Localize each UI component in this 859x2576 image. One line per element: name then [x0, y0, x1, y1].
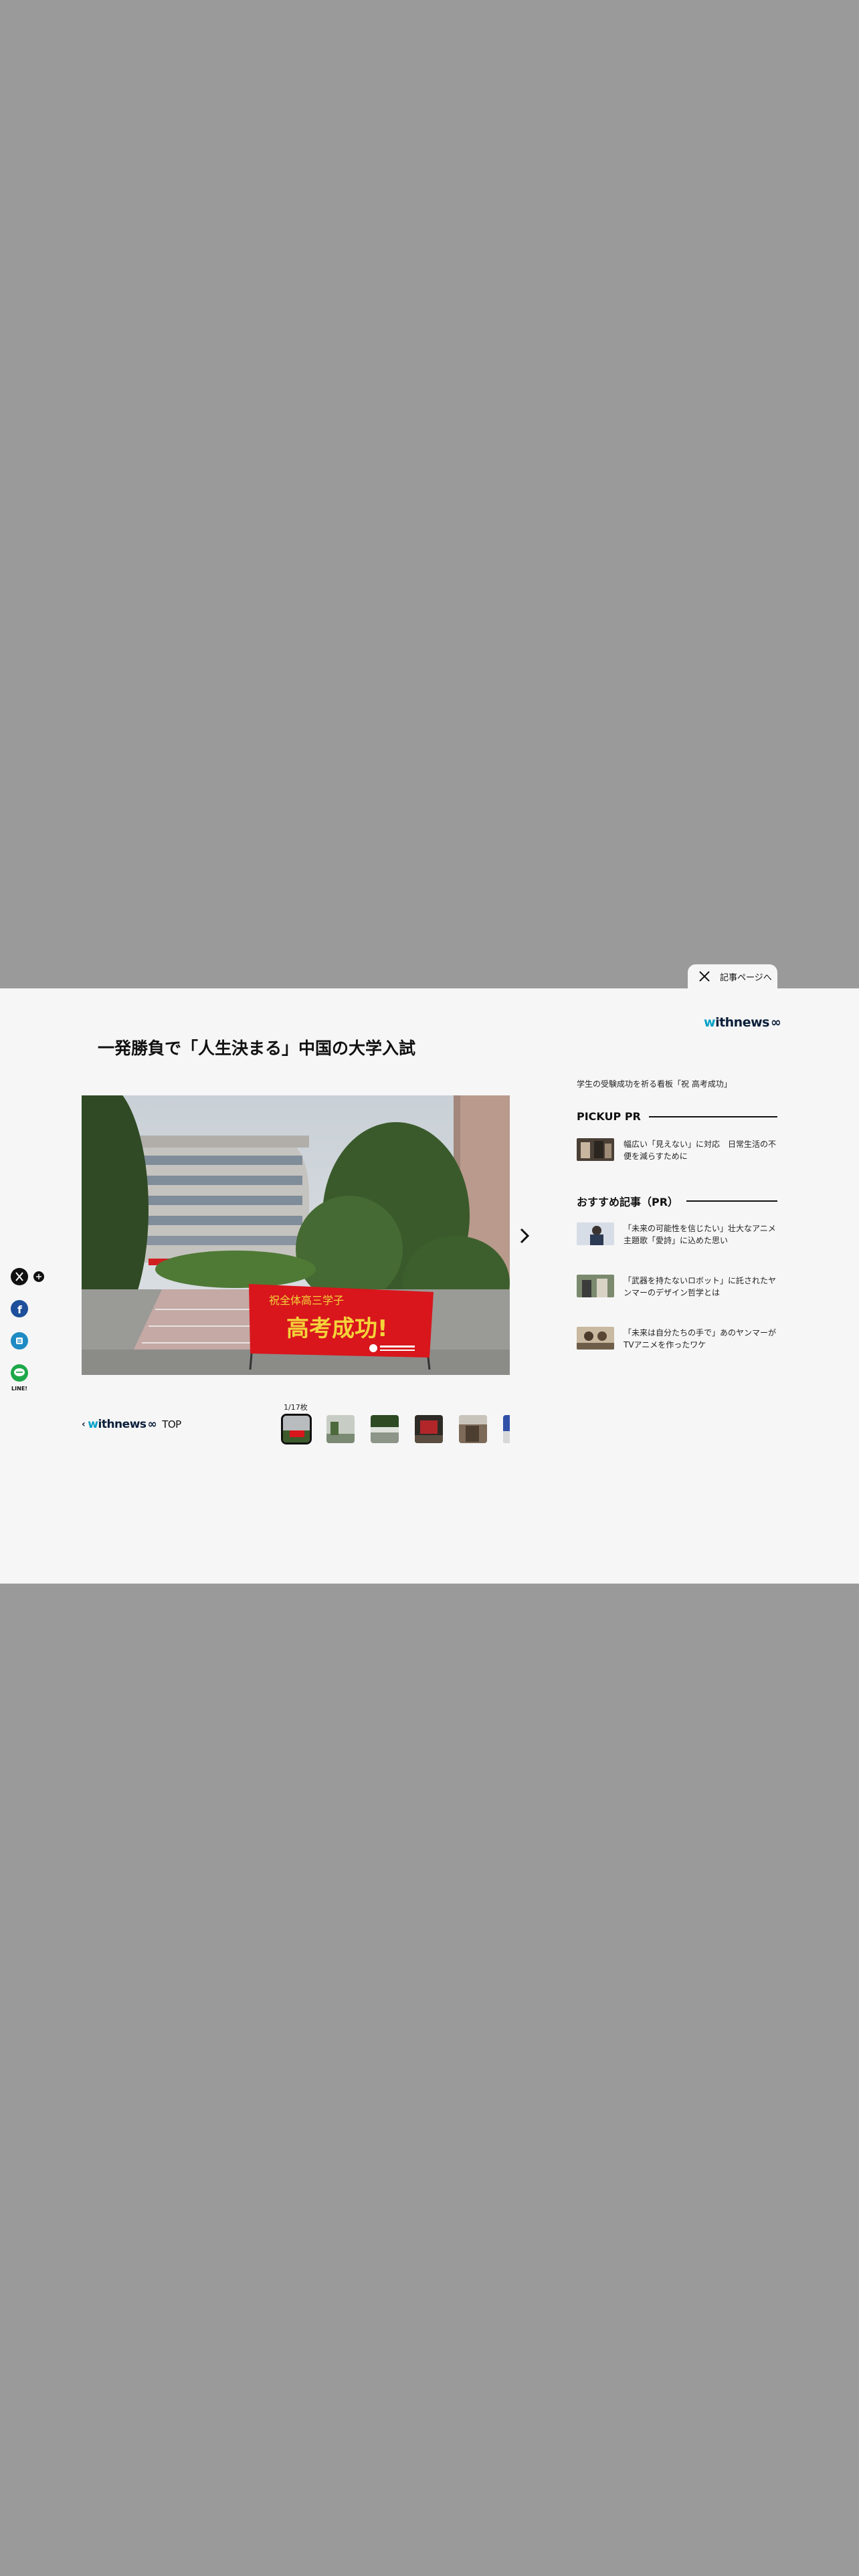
share-facebook-button[interactable]: f: [11, 1300, 28, 1320]
close-to-article-button[interactable]: 記事ページへ: [688, 964, 777, 988]
recommended-thumb: [577, 1327, 614, 1350]
photo-image: 祝全体高三学子 高考成功!: [82, 1095, 510, 1375]
thumbnail-3[interactable]: [371, 1415, 399, 1443]
banner-large-text: 高考成功!: [286, 1315, 388, 1342]
recommended-item[interactable]: 「未来は自分たちの手で」あのヤンマーがTVアニメを作ったワケ: [577, 1327, 777, 1351]
recommended-thumb: [577, 1275, 614, 1297]
line-icon: [11, 1364, 28, 1382]
thumbnail-6[interactable]: [503, 1415, 510, 1443]
recommended-item[interactable]: 「未来の可能性を信じたい」壮大なアニメ主題歌「愛詩」に込めた思い: [577, 1222, 777, 1247]
x-icon: [11, 1268, 28, 1285]
withnews-top-link[interactable]: ‹ w ithnews ∞ TOP: [82, 1418, 181, 1431]
gallery-sheet: w ithnews ∞ 一発勝負で「人生決まる」中国の大学入試 祝全体高三学子 …: [0, 988, 859, 1584]
top-label: TOP: [162, 1418, 181, 1430]
thumbnail-2[interactable]: [326, 1415, 355, 1443]
chevron-left-icon: ‹: [82, 1419, 86, 1430]
page-title: 一発勝負で「人生決まる」中国の大学入試: [98, 1039, 416, 1058]
photo-caption: 学生の受験成功を祈る看板「祝 高考成功」: [577, 1079, 732, 1089]
share-hatena-button[interactable]: [11, 1332, 28, 1352]
infinity-icon: ∞: [147, 1418, 157, 1431]
recommended-thumb: [577, 1222, 614, 1245]
banner-small-text: 祝全体高三学子: [269, 1294, 344, 1307]
pickup-item[interactable]: 幅広い「見えない」に対応 日常生活の不便を減らすために: [577, 1138, 777, 1162]
photo-counter: 1/17枚: [284, 1403, 308, 1412]
thumbnail-strip[interactable]: [281, 1414, 510, 1444]
recommended-item[interactable]: 「武器を持たないロボット」に託されたヤンマーのデザイン哲学とは: [577, 1275, 777, 1299]
share-x-button[interactable]: [11, 1268, 44, 1285]
close-tab-label: 記事ページへ: [720, 972, 772, 983]
thumbnail-5[interactable]: [459, 1415, 487, 1443]
svg-text:f: f: [17, 1303, 23, 1316]
line-label: LINE!: [11, 1386, 27, 1392]
hatena-bookmark-icon: [11, 1332, 28, 1350]
facebook-icon: f: [11, 1300, 28, 1317]
withnews-logo[interactable]: w ithnews ∞: [704, 1015, 781, 1030]
next-photo-button[interactable]: [516, 1226, 533, 1245]
share-line-button[interactable]: LINE!: [11, 1364, 28, 1392]
thumbnail-1[interactable]: [281, 1414, 312, 1444]
recommended-heading: おすすめ記事（PR）: [577, 1193, 777, 1209]
post-count-icon: [33, 1271, 44, 1282]
pickup-pr-heading: PICKUP PR: [577, 1110, 777, 1123]
infinity-icon: ∞: [770, 1015, 781, 1030]
pickup-thumb: [577, 1138, 614, 1161]
thumbnail-4[interactable]: [415, 1415, 443, 1443]
close-icon: [698, 970, 710, 982]
main-photo: 祝全体高三学子 高考成功!: [82, 1095, 510, 1375]
